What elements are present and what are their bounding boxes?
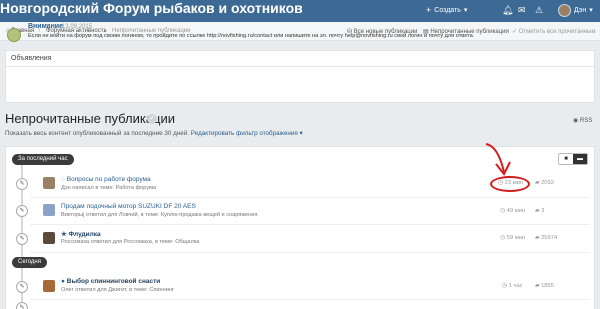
announcements-heading: Объявления: [6, 51, 594, 67]
topic-time: ◷ 1 час: [502, 283, 523, 289]
messages-button[interactable]: ✉: [518, 2, 526, 18]
check-icon: ✓: [512, 29, 518, 35]
topic-time: ◷ 59 мин: [500, 235, 526, 241]
announcements-panel: Объявления: [5, 50, 595, 103]
create-label: Создать: [434, 6, 461, 14]
create-button[interactable]: + Создать ▾: [426, 2, 467, 18]
topic-reply-count: ▰ 25974: [535, 235, 558, 241]
site-title[interactable]: Новгородский Форум рыбаков и охотников: [0, 0, 303, 17]
caret-down-icon: ▾: [463, 7, 468, 14]
notifications-button[interactable]: 🔔︎: [502, 2, 513, 18]
topic-subtitle: Олег ответил для Джигит, в теме: Спиннин…: [61, 287, 174, 293]
topic-link[interactable]: ● Выбор спиннинговой снасти: [61, 278, 160, 285]
view-toggle[interactable]: ■ ▬: [558, 153, 588, 165]
announcement-text: Если не войти на форум под своим логином…: [28, 33, 475, 39]
bell-icon: 🔔︎: [502, 4, 514, 15]
announcement-title[interactable]: Внимание: [28, 23, 63, 30]
avatar[interactable]: [7, 28, 21, 42]
reports-button[interactable]: ⚠: [535, 2, 543, 18]
comment-icon: ✎: [16, 233, 28, 245]
user-menu[interactable]: Дэн ▾: [558, 2, 593, 18]
topic-reply-count: ▰ 1855: [535, 283, 554, 289]
caret-down-icon: ▾: [589, 7, 593, 14]
avatar[interactable]: [43, 177, 55, 189]
mail-icon: ✉: [518, 4, 526, 15]
edit-filter-link[interactable]: Редактировать фильтр отображения ▾: [191, 130, 303, 137]
row-divider: [30, 299, 590, 300]
page-description: Показать весь контент опубликованный за …: [5, 130, 303, 137]
comment-icon: ✎: [16, 205, 28, 217]
topic-subtitle: Дэн написал в теме: Работа форума: [61, 185, 157, 191]
row-divider: [30, 197, 590, 198]
condensed-view-icon[interactable]: ■: [559, 154, 573, 164]
rss-icon: ◉: [573, 118, 579, 124]
mark-all-read-link[interactable]: ✓ Отметить все прочитанным: [512, 28, 596, 35]
comment-icon: ✎: [16, 281, 28, 293]
avatar[interactable]: [43, 204, 55, 216]
row-divider: [30, 224, 590, 225]
check-icon[interactable]: ✓: [147, 114, 157, 124]
row-divider: [30, 252, 590, 253]
group-badge: За последний час: [12, 154, 74, 165]
comment-icon: ✎: [16, 178, 28, 190]
avatar: [558, 3, 571, 17]
avatar[interactable]: [43, 232, 55, 244]
topic-subtitle: Россомаха ответил для Россомаха, в теме:…: [61, 239, 200, 245]
expanded-view-icon[interactable]: ▬: [573, 154, 587, 164]
topic-link[interactable]: Продам лодочный мотор SUZUKI DF 20 AES: [61, 203, 196, 210]
group-badge: Сегодня: [12, 257, 47, 268]
topic-reply-count: ▰ 2092: [535, 180, 554, 186]
topic-time: ◷ 49 мин: [500, 208, 526, 214]
rss-link[interactable]: ◉ RSS: [573, 117, 592, 124]
top-header: Новгородский Форум рыбаков и охотников +…: [0, 0, 600, 22]
annotation-arrow-icon: [485, 143, 511, 176]
user-name: Дэн: [574, 6, 587, 14]
announcement-date: 13.09.2015: [62, 24, 93, 30]
comment-icon: ✎: [16, 302, 28, 309]
plus-icon: +: [426, 5, 432, 15]
topic-link[interactable]: ★ Флудилка: [61, 230, 101, 238]
avatar[interactable]: [43, 280, 55, 292]
topic-link[interactable]: ○ Вопросы по работе форума: [61, 176, 151, 183]
warning-icon: ⚠: [535, 4, 544, 15]
topic-reply-count: ▰ 3: [535, 208, 545, 214]
topic-subtitle: Викторыj ответил для Ловчий, в теме: Куп…: [61, 212, 259, 218]
